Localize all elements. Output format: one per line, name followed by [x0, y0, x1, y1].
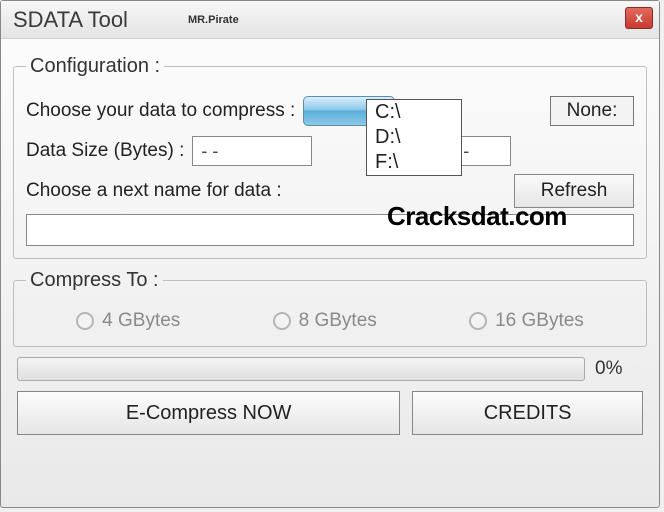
ecompress-label: E-Compress NOW	[126, 402, 292, 425]
radio-icon	[76, 312, 94, 330]
data-size-field[interactable]: - -	[192, 136, 312, 166]
radio-8gb[interactable]: 8 GBytes	[273, 310, 377, 332]
radio-label: 8 GBytes	[299, 310, 377, 332]
progress-percent: 0%	[595, 358, 643, 380]
close-icon: x	[635, 9, 643, 25]
refresh-button[interactable]: Refresh	[514, 174, 634, 208]
progress-bar	[17, 357, 585, 381]
compress-to-group: Compress To : 4 GBytes 8 GBytes 16 GByte…	[13, 269, 647, 347]
compress-to-legend: Compress To :	[26, 269, 163, 292]
configuration-group: Configuration : Choose your data to comp…	[13, 55, 647, 259]
radio-label: 4 GBytes	[102, 310, 180, 332]
name-input[interactable]	[26, 214, 634, 246]
radio-icon	[469, 312, 487, 330]
ecompress-now-button[interactable]: E-Compress NOW	[17, 391, 400, 435]
next-name-label: Choose a next name for data :	[26, 180, 282, 202]
window-subtitle: MR.Pirate	[188, 14, 239, 26]
dropdown-option-d[interactable]: D:\	[367, 125, 461, 150]
window-body: Configuration : Choose your data to comp…	[1, 39, 659, 447]
titlebar: SDATA Tool MR.Pirate x	[1, 1, 659, 39]
credits-label: CREDITS	[484, 402, 572, 425]
choose-data-label: Choose your data to compress :	[26, 100, 295, 122]
none-box: None:	[550, 96, 634, 126]
radio-16gb[interactable]: 16 GBytes	[469, 310, 584, 332]
close-button[interactable]: x	[625, 7, 653, 29]
configuration-legend: Configuration :	[26, 55, 164, 78]
progress-row: 0%	[17, 357, 643, 381]
radio-4gb[interactable]: 4 GBytes	[76, 310, 180, 332]
dropdown-option-c[interactable]: C:\	[367, 100, 461, 125]
app-window: SDATA Tool MR.Pirate x Configuration : C…	[0, 0, 660, 508]
data-size-value: - -	[201, 141, 218, 162]
dropdown-option-f[interactable]: F:\	[367, 150, 461, 175]
credits-button[interactable]: CREDITS	[412, 391, 643, 435]
radio-icon	[273, 312, 291, 330]
radio-label: 16 GBytes	[495, 310, 584, 332]
refresh-label: Refresh	[541, 180, 608, 202]
drive-dropdown-list: C:\ D:\ F:\	[366, 99, 462, 176]
window-title: SDATA Tool	[13, 7, 128, 33]
none-label: None:	[567, 100, 618, 122]
data-size-label: Data Size (Bytes) :	[26, 140, 184, 162]
